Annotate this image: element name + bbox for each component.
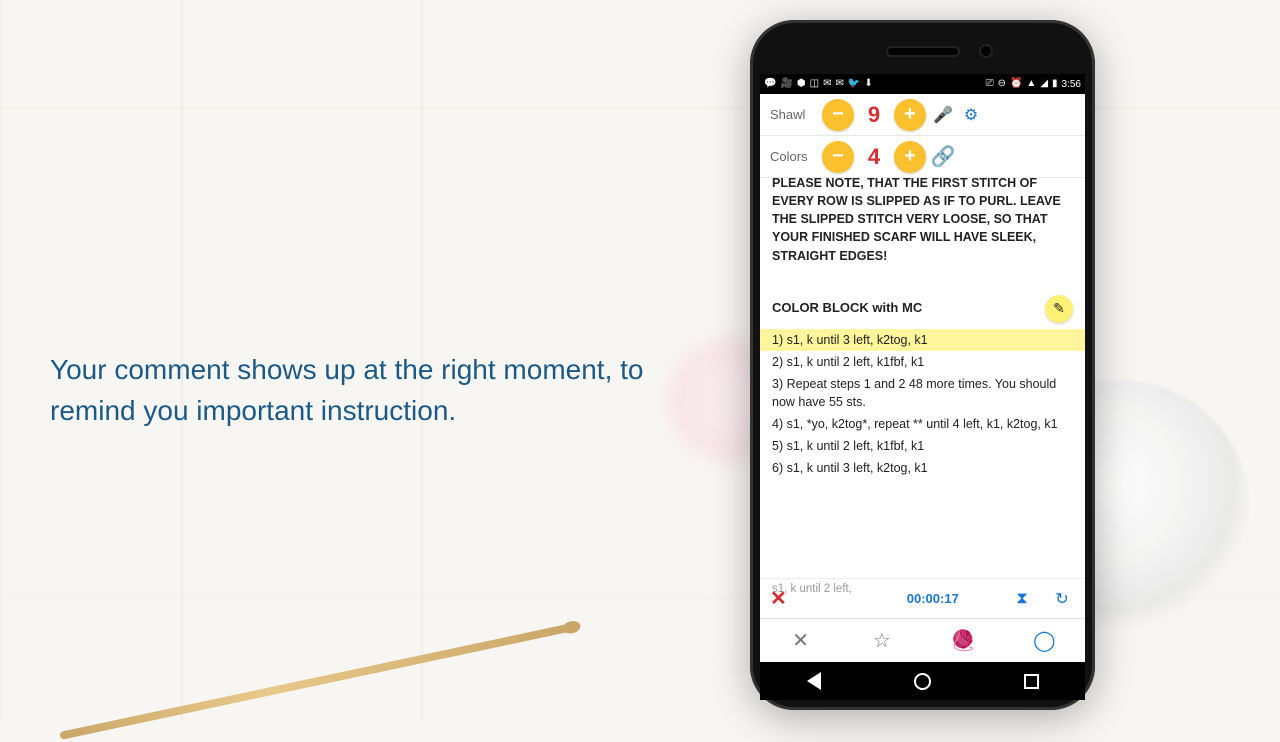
- status-icon: 💬: [764, 79, 776, 89]
- cast-icon: ⎚: [986, 79, 994, 89]
- tab-favorites[interactable]: ☆: [841, 619, 922, 662]
- phone-frame: 💬 🎥 ⬢ ◫ ✉ ✉ 🐦 ⬇ ⎚ ⊖ ⏰ ▲ ◢ ▮ 3:56 Shawl: [750, 20, 1095, 710]
- pattern-note: PLEASE NOTE, THAT THE FIRST STITCH OF EV…: [772, 178, 1073, 265]
- step-line[interactable]: 2) s1, k until 2 left, k1fbf, k1: [772, 351, 1073, 373]
- marketing-caption: Your comment shows up at the right momen…: [50, 350, 670, 431]
- mic-icon[interactable]: 🎤: [932, 104, 954, 126]
- battery-icon: ▮: [1052, 79, 1058, 89]
- timer-bar: s1, k until 2 left, ✕ 00:00:17 ⧗ ↻: [760, 578, 1085, 618]
- status-icon: ✉: [835, 79, 843, 89]
- section-title: COLOR BLOCK with MC: [772, 299, 922, 318]
- increment-button[interactable]: +: [894, 141, 926, 173]
- signal-icon: ◢: [1040, 79, 1048, 89]
- status-icon: ⬢: [797, 79, 806, 89]
- nav-back-button[interactable]: [807, 672, 821, 690]
- tab-yarn[interactable]: 🧶: [923, 619, 1004, 662]
- counter-value: 9: [854, 102, 894, 128]
- refresh-icon[interactable]: ↻: [1049, 586, 1075, 612]
- section-header: COLOR BLOCK with MC ✎: [772, 295, 1073, 323]
- pattern-content[interactable]: PLEASE NOTE, THAT THE FIRST STITCH OF EV…: [760, 178, 1085, 578]
- close-timer-button[interactable]: ✕: [770, 586, 787, 611]
- status-icon: ✉: [823, 79, 831, 89]
- step-line[interactable]: 6) s1, k until 3 left, k2tog, k1: [772, 457, 1073, 479]
- edit-comment-button[interactable]: ✎: [1045, 295, 1073, 323]
- android-statusbar: 💬 🎥 ⬢ ◫ ✉ ✉ 🐦 ⬇ ⎚ ⊖ ⏰ ▲ ◢ ▮ 3:56: [760, 74, 1085, 94]
- profile-icon: ◯: [1033, 628, 1055, 653]
- wifi-icon: ▲: [1026, 79, 1036, 89]
- status-icon: 🐦: [848, 79, 860, 89]
- nav-home-button[interactable]: [914, 673, 931, 690]
- tools-icon: ✕: [792, 628, 809, 653]
- counter-row-colors: Colors − 4 + 🔗: [760, 136, 1085, 178]
- steps-list: 1) s1, k until 3 left, k2tog, k12) s1, k…: [772, 329, 1073, 480]
- hourglass-icon[interactable]: ⧗: [1009, 586, 1035, 612]
- yarn-icon: 🧶: [951, 628, 976, 653]
- gears-icon[interactable]: ⚙: [960, 104, 982, 126]
- pencil-icon: ✎: [1053, 298, 1065, 318]
- increment-button[interactable]: +: [894, 99, 926, 131]
- decor-knitting-needle: [59, 624, 569, 740]
- decrement-button[interactable]: −: [822, 141, 854, 173]
- status-icon: ⬇: [864, 79, 872, 89]
- phone-earpiece: [888, 48, 958, 55]
- phone-camera: [981, 46, 991, 56]
- alarm-icon: ⏰: [1010, 79, 1022, 89]
- tab-tools[interactable]: ✕: [760, 619, 841, 662]
- step-line[interactable]: 1) s1, k until 3 left, k2tog, k1: [760, 329, 1085, 351]
- counter-row-shawl: Shawl − 9 + 🎤 ⚙: [760, 94, 1085, 136]
- step-line[interactable]: 3) Repeat steps 1 and 2 48 more times. Y…: [772, 373, 1073, 413]
- bottom-tabbar: ✕ ☆ 🧶 ◯: [760, 618, 1085, 662]
- counter-value: 4: [854, 144, 894, 170]
- star-icon: ☆: [873, 628, 891, 653]
- counter-label: Colors: [770, 149, 822, 164]
- tab-profile[interactable]: ◯: [1004, 619, 1085, 662]
- status-icon: 🎥: [780, 79, 792, 89]
- step-line[interactable]: 5) s1, k until 2 left, k1fbf, k1: [772, 435, 1073, 457]
- phone-screen: 💬 🎥 ⬢ ◫ ✉ ✉ 🐦 ⬇ ⎚ ⊖ ⏰ ▲ ◢ ▮ 3:56 Shawl: [760, 74, 1085, 662]
- timer-elapsed: 00:00:17: [907, 591, 959, 606]
- android-navbar: [760, 662, 1085, 700]
- decrement-button[interactable]: −: [822, 99, 854, 131]
- statusbar-time: 3:56: [1062, 79, 1081, 90]
- dnd-icon: ⊖: [998, 79, 1006, 89]
- nav-recents-button[interactable]: [1024, 674, 1039, 689]
- step-line[interactable]: 4) s1, *yo, k2tog*, repeat ** until 4 le…: [772, 413, 1073, 435]
- counter-label: Shawl: [770, 107, 822, 122]
- link-icon[interactable]: 🔗: [932, 146, 954, 168]
- status-icon: ◫: [810, 79, 819, 89]
